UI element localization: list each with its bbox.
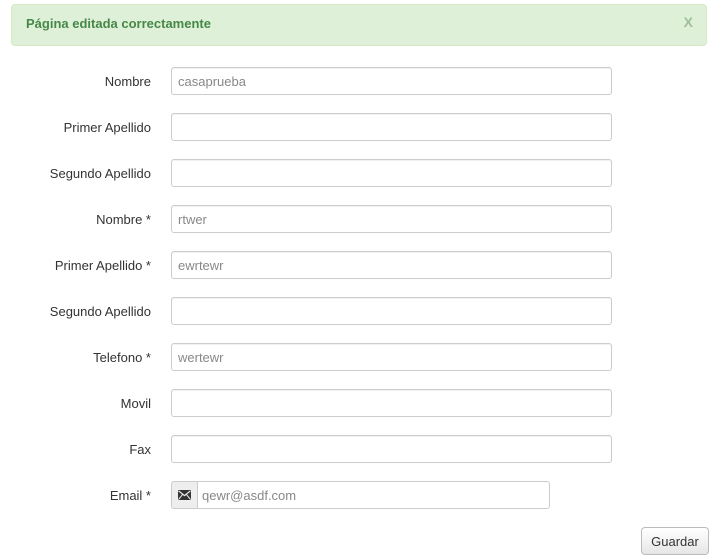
form-row-contact-nombre: Nombre * xyxy=(0,205,717,233)
field-label-contact-segundo-apellido: Segundo Apellido xyxy=(49,304,151,319)
telefono-input[interactable] xyxy=(171,343,612,371)
form-row-segundo-apellido: Segundo Apellido xyxy=(0,159,717,187)
success-alert: Página editada correctamente X xyxy=(11,4,707,46)
edit-page: Página editada correctamente X Nombre Pr… xyxy=(0,0,717,557)
alert-message: Página editada correctamente xyxy=(26,16,211,31)
field-label-nombre: Nombre xyxy=(104,74,151,89)
email-input-group xyxy=(171,481,550,509)
field-label-segundo-apellido: Segundo Apellido xyxy=(49,166,151,181)
save-button[interactable]: Guardar xyxy=(641,527,709,555)
segundo-apellido-input[interactable] xyxy=(171,159,612,187)
envelope-icon xyxy=(171,481,197,509)
field-label-primer-apellido: Primer Apellido xyxy=(63,120,151,135)
contact-nombre-input[interactable] xyxy=(171,205,612,233)
form-row-telefono: Telefono * xyxy=(0,343,717,371)
email-input[interactable] xyxy=(197,481,550,509)
field-label-telefono: Telefono * xyxy=(93,350,151,365)
form-row-fax: Fax xyxy=(0,435,717,463)
field-label-fax: Fax xyxy=(129,442,151,457)
primer-apellido-input[interactable] xyxy=(171,113,612,141)
contact-primer-apellido-input[interactable] xyxy=(171,251,612,279)
form-row-contact-segundo-apellido: Segundo Apellido xyxy=(0,297,717,325)
form-row-nombre: Nombre xyxy=(0,67,717,95)
field-label-contact-primer-apellido: Primer Apellido * xyxy=(54,258,151,273)
contact-segundo-apellido-input[interactable] xyxy=(171,297,612,325)
form-row-movil: Movil xyxy=(0,389,717,417)
form-row-primer-apellido: Primer Apellido xyxy=(0,113,717,141)
alert-close-button[interactable]: X xyxy=(684,14,693,30)
form-row-email: Email * xyxy=(0,481,717,509)
form-row-contact-primer-apellido: Primer Apellido * xyxy=(0,251,717,279)
nombre-input[interactable] xyxy=(171,67,612,95)
field-label-movil: Movil xyxy=(120,396,151,411)
field-label-email: Email * xyxy=(109,488,151,503)
movil-input[interactable] xyxy=(171,389,612,417)
fax-input[interactable] xyxy=(171,435,612,463)
field-label-contact-nombre: Nombre * xyxy=(96,212,151,227)
